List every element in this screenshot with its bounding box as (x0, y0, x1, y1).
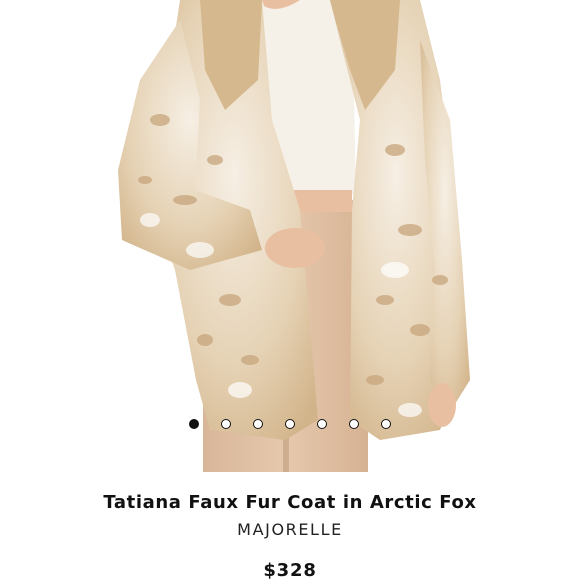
carousel-dot[interactable] (285, 419, 295, 429)
carousel-dot[interactable] (317, 419, 327, 429)
carousel-dot[interactable] (381, 419, 391, 429)
product-title: Tatiana Faux Fur Coat in Arctic Fox (103, 492, 477, 513)
product-price: $328 (263, 560, 317, 581)
carousel-dot[interactable] (189, 419, 199, 429)
product-brand[interactable]: MAJORELLE (0, 520, 580, 539)
carousel-dots (0, 417, 580, 431)
carousel-dot[interactable] (253, 419, 263, 429)
carousel-dot[interactable] (221, 419, 231, 429)
faux-fur-coat-photo (118, 0, 470, 472)
product-image[interactable] (0, 0, 580, 472)
carousel-dot[interactable] (349, 419, 359, 429)
